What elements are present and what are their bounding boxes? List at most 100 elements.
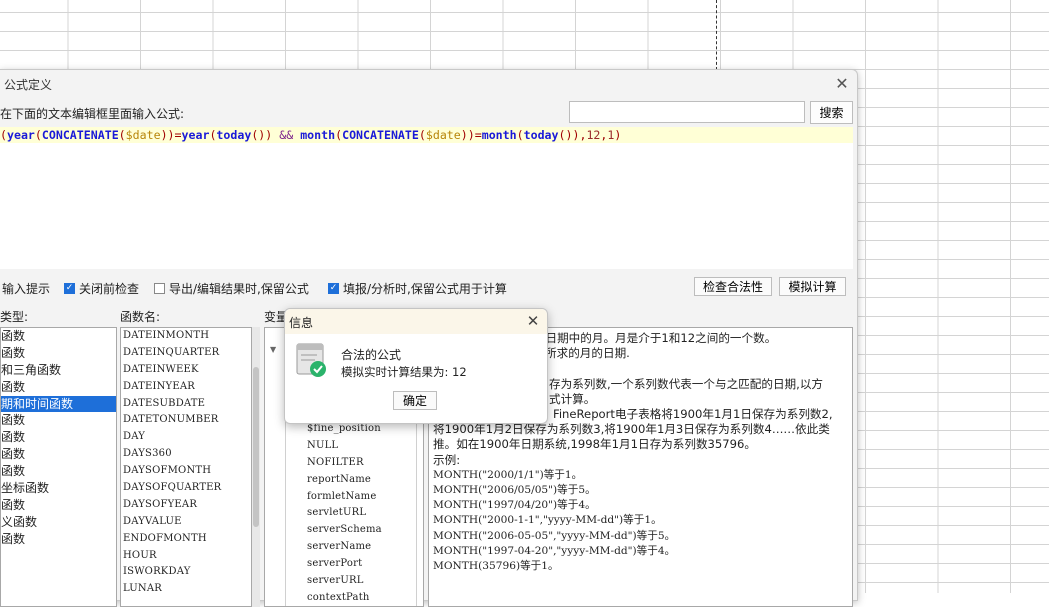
- search-button[interactable]: 搜索: [810, 101, 853, 124]
- type-column-label: 类型:: [0, 308, 28, 325]
- check-validity-button[interactable]: 检查合法性: [694, 277, 772, 296]
- tree-expand-icon[interactable]: ▼: [270, 345, 276, 354]
- formula-token: CONCATENATE: [42, 128, 119, 142]
- fill-keep-checkbox[interactable]: [328, 283, 339, 294]
- dialog-title: 公式定义: [4, 76, 52, 93]
- list-item[interactable]: serverSchema: [307, 522, 416, 539]
- formula-prompt-label: 在下面的文本编辑框里面输入公式:: [0, 105, 184, 122]
- func-name-column-label: 函数名:: [120, 308, 160, 325]
- fill-keep-option[interactable]: 填报/分析时,保留公式用于计算: [328, 280, 507, 297]
- info-message-result: 模拟实时计算结果为: 12: [341, 364, 467, 380]
- page-break-line: [716, 0, 717, 70]
- list-item[interactable]: DATEINWEEK: [123, 362, 251, 379]
- list-item[interactable]: DATETONUMBER: [123, 412, 251, 429]
- formula-token: (: [517, 128, 524, 142]
- description-line: MONTH("1997-04-20","yyyy-MM-dd")等于4。: [433, 544, 848, 559]
- check-on-close-checkbox[interactable]: [64, 283, 75, 294]
- list-item[interactable]: 函数: [1, 463, 116, 480]
- info-dialog-header: 信息 ✕: [285, 309, 547, 334]
- export-keep-checkbox[interactable]: [154, 283, 165, 294]
- list-item[interactable]: 函数: [1, 412, 116, 429]
- formula-token: (: [0, 128, 7, 142]
- formula-token: today: [524, 128, 559, 142]
- formula-token: ): [614, 128, 621, 142]
- input-hint-option[interactable]: 输入提示: [2, 280, 50, 297]
- list-item[interactable]: DATESUBDATE: [123, 396, 251, 413]
- list-item[interactable]: 期和时间函数: [1, 396, 116, 413]
- list-item[interactable]: serverPort: [307, 556, 416, 573]
- list-item[interactable]: DAYVALUE: [123, 514, 251, 531]
- list-item[interactable]: 函数: [1, 379, 116, 396]
- description-line: MONTH("1997/04/20")等于4。: [433, 498, 848, 513]
- list-item[interactable]: 函数: [1, 429, 116, 446]
- list-item[interactable]: 函数: [1, 328, 116, 345]
- formula-token: ))=: [461, 128, 482, 142]
- list-item[interactable]: 义函数: [1, 514, 116, 531]
- formula-token: ))=: [161, 128, 182, 142]
- info-message-valid: 合法的公式: [341, 346, 401, 363]
- list-item[interactable]: serverName: [307, 539, 416, 556]
- formula-token: month: [482, 128, 517, 142]
- input-hint-label: 输入提示: [2, 280, 50, 297]
- list-item[interactable]: LUNAR: [123, 581, 251, 598]
- function-type-list[interactable]: 函数函数和三角函数函数期和时间函数函数函数函数函数坐标函数函数义函数函数: [0, 327, 117, 607]
- list-item[interactable]: ENDOFMONTH: [123, 531, 251, 548]
- list-item[interactable]: serverURL: [307, 573, 416, 590]
- close-icon[interactable]: ✕: [523, 311, 543, 331]
- description-line: 示例:: [433, 453, 848, 468]
- function-list-scrollbar[interactable]: [252, 327, 260, 607]
- list-item[interactable]: DATEINMONTH: [123, 328, 251, 345]
- list-item[interactable]: reportName: [307, 472, 416, 489]
- simulate-calc-button[interactable]: 模拟计算: [779, 277, 846, 296]
- list-item[interactable]: 函数: [1, 531, 116, 548]
- formula-token: &&: [279, 128, 293, 142]
- close-icon[interactable]: ✕: [832, 74, 852, 94]
- formula-token: year: [7, 128, 35, 142]
- list-item[interactable]: DATEINYEAR: [123, 379, 251, 396]
- list-item[interactable]: 坐标函数: [1, 480, 116, 497]
- list-item[interactable]: DAYSOFMONTH: [123, 463, 251, 480]
- info-dialog-title: 信息: [289, 314, 313, 331]
- list-item[interactable]: DAY: [123, 429, 251, 446]
- formula-token: (: [35, 128, 42, 142]
- list-item[interactable]: ISWORKDAY: [123, 564, 251, 581]
- formula-token: $date: [126, 128, 161, 142]
- description-line: MONTH("2006-05-05","yyyy-MM-dd")等于5。: [433, 529, 848, 544]
- formula-token: (: [119, 128, 126, 142]
- export-keep-label: 导出/编辑结果时,保留公式: [169, 280, 309, 297]
- export-keep-option[interactable]: 导出/编辑结果时,保留公式: [154, 280, 309, 297]
- list-item[interactable]: servletURL: [307, 505, 416, 522]
- description-line: 推。如在1900年日期系统,1998年1月1日存为系列数35796。: [433, 437, 848, 452]
- formula-token: 12: [586, 128, 600, 142]
- scrollbar-thumb[interactable]: [253, 367, 259, 527]
- list-item[interactable]: 和三角函数: [1, 362, 116, 379]
- info-dialog: 信息 ✕ 合法的公式 模拟实时计算结果为: 12 确定: [284, 308, 548, 424]
- description-line: MONTH("2000-1-1","yyyy-MM-dd")等于1。: [433, 513, 848, 528]
- formula-token: ()),: [559, 128, 587, 142]
- list-item[interactable]: HOUR: [123, 548, 251, 565]
- list-item[interactable]: DAYSOFYEAR: [123, 497, 251, 514]
- formula-editor[interactable]: (year(CONCATENATE($date))=year(today()) …: [0, 127, 853, 269]
- list-item[interactable]: NULL: [307, 438, 416, 455]
- formula-token: $date: [426, 128, 461, 142]
- list-item[interactable]: NOFILTER: [307, 455, 416, 472]
- list-item[interactable]: DATEINQUARTER: [123, 345, 251, 362]
- formula-token: today: [216, 128, 251, 142]
- function-name-list[interactable]: DATEINMONTHDATEINQUARTERDATEINWEEKDATEIN…: [120, 327, 252, 607]
- check-on-close-label: 关闭前检查: [79, 280, 139, 297]
- formula-token: month: [300, 128, 335, 142]
- formula-text-line[interactable]: (year(CONCATENATE($date))=year(today()) …: [0, 127, 853, 143]
- list-item[interactable]: 函数: [1, 345, 116, 362]
- list-item[interactable]: contextPath: [307, 590, 416, 607]
- list-item[interactable]: 函数: [1, 446, 116, 463]
- search-input[interactable]: [569, 101, 805, 123]
- description-line: MONTH("2000/1/1")等于1。: [433, 468, 848, 483]
- check-on-close-option[interactable]: 关闭前检查: [64, 280, 139, 297]
- list-item[interactable]: formletName: [307, 489, 416, 506]
- list-item[interactable]: DAYS360: [123, 446, 251, 463]
- ok-button[interactable]: 确定: [393, 391, 437, 410]
- list-item[interactable]: DAYSOFQUARTER: [123, 480, 251, 497]
- list-item[interactable]: 函数: [1, 497, 116, 514]
- formula-token: year: [182, 128, 210, 142]
- formula-token: ()): [251, 128, 279, 142]
